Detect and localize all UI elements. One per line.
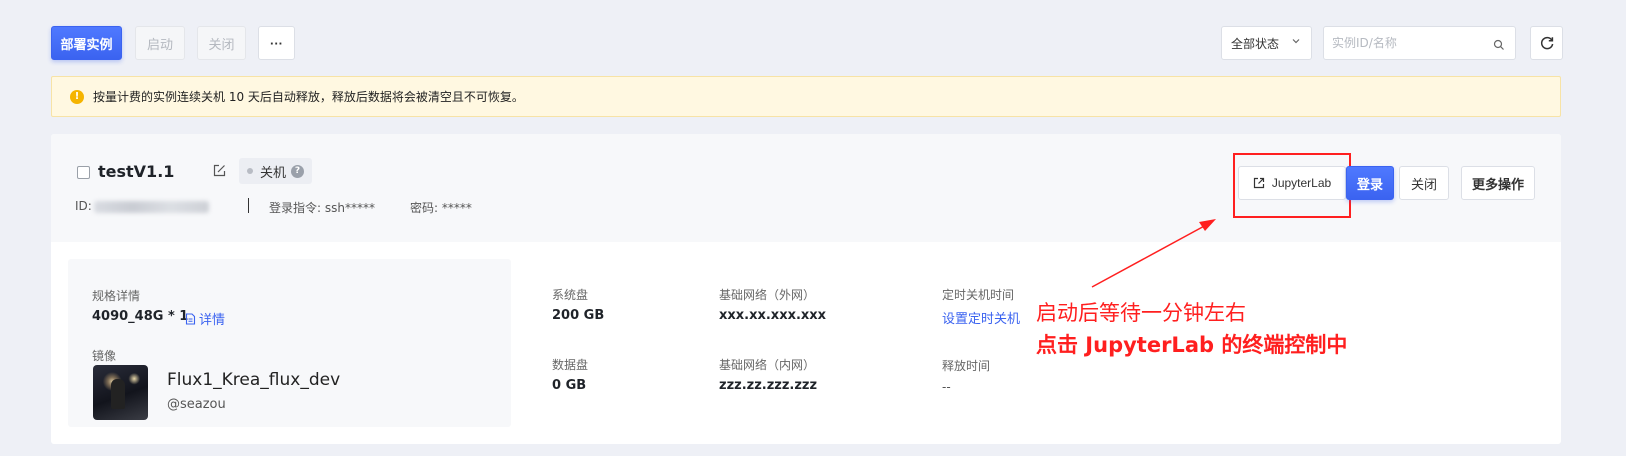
more-button[interactable]: ··· — [258, 26, 295, 60]
login-command: 登录指令: ssh***** — [269, 201, 375, 215]
spec-detail-link[interactable]: 详情 — [185, 309, 225, 328]
status-text: 关机 — [260, 165, 287, 181]
image-thumbnail — [93, 365, 148, 420]
instance-id-redacted — [93, 200, 209, 213]
divider — [248, 198, 249, 213]
status-filter-value: 全部状态 — [1231, 36, 1280, 51]
status-dot-icon — [247, 168, 253, 174]
document-icon — [185, 313, 196, 325]
annotation-line-1: 启动后等待一分钟左右 — [1036, 301, 1246, 325]
instance-shutdown-button[interactable]: 关闭 — [1399, 166, 1449, 200]
jupyterlab-label: JupyterLab — [1271, 176, 1332, 190]
spec-detail-text: 详情 — [199, 313, 226, 328]
annotation-line-2: 点击 JupyterLab 的终端控制中 — [1036, 333, 1348, 357]
set-shutdown-timer-link[interactable]: 设置定时关机 — [942, 308, 1020, 327]
external-link-icon — [1253, 177, 1264, 189]
instance-name: testV1.1 — [98, 162, 175, 181]
chevron-down-icon — [1291, 36, 1301, 49]
system-disk-value: 200 GB — [552, 308, 605, 323]
warning-icon: ! — [70, 89, 84, 104]
public-network-label: 基础网络（外网） — [719, 288, 816, 302]
search-box — [1323, 26, 1516, 60]
spec-label: 规格详情 — [92, 289, 141, 303]
public-network-value: xxx.xx.xxx.xxx — [719, 308, 827, 323]
system-disk-label: 系统盘 — [552, 288, 589, 302]
instance-select-checkbox[interactable] — [77, 166, 90, 179]
instance-id: ID: — [75, 199, 209, 213]
spec-value: 4090_48G * 1 — [92, 309, 189, 324]
private-network-value: zzz.zz.zzz.zzz — [719, 378, 818, 393]
data-disk-label: 数据盘 — [552, 358, 589, 372]
shutdown-timer-label: 定时关机时间 — [942, 288, 1015, 302]
refresh-button[interactable] — [1530, 26, 1563, 60]
search-icon[interactable] — [1493, 36, 1505, 55]
status-badge: 关机 ? — [239, 158, 313, 184]
jupyterlab-button[interactable]: JupyterLab — [1238, 166, 1346, 200]
auto-release-notice: ! 按量计费的实例连续关机 10 天后自动释放，释放后数据将会被清空且不可恢复。 — [51, 76, 1561, 117]
notice-text: 按量计费的实例连续关机 10 天后自动释放，释放后数据将会被清空且不可恢复。 — [93, 90, 524, 104]
search-input[interactable] — [1324, 27, 1484, 59]
data-disk-value: 0 GB — [552, 378, 587, 393]
instance-card: testV1.1 关机 ? ID: 登录指令: ssh***** 密码: ***… — [51, 134, 1561, 444]
annotation-text: 启动后等待一分钟左右 点击 JupyterLab 的终端控制中 — [1036, 297, 1347, 361]
instance-id-label: ID: — [75, 199, 92, 213]
login-button[interactable]: 登录 — [1346, 166, 1394, 200]
image-name: Flux1_Krea_flux_dev — [167, 370, 341, 390]
start-button[interactable]: 启动 — [135, 26, 185, 60]
release-time-value: -- — [942, 380, 951, 394]
shutdown-button[interactable]: 关闭 — [197, 26, 246, 60]
help-icon[interactable]: ? — [291, 164, 305, 178]
image-author: @seazou — [167, 397, 226, 412]
toolbar: 部署实例 启动 关闭 ··· 全部状态 — [51, 26, 1626, 60]
password: 密码: ***** — [410, 201, 472, 215]
status-filter-select[interactable]: 全部状态 — [1221, 26, 1312, 60]
spec-panel: 规格详情 4090_48G * 1 详情 镜像 Flux1_Krea_flux_… — [68, 259, 511, 427]
refresh-icon — [1540, 36, 1553, 50]
edit-icon[interactable] — [213, 162, 226, 181]
release-time-label: 释放时间 — [942, 359, 991, 373]
deploy-instance-button[interactable]: 部署实例 — [51, 26, 122, 60]
more-actions-button[interactable]: 更多操作 — [1461, 166, 1535, 200]
instance-card-header: testV1.1 关机 ? ID: 登录指令: ssh***** 密码: ***… — [51, 134, 1561, 242]
image-label: 镜像 — [92, 349, 117, 363]
private-network-label: 基础网络（内网） — [719, 358, 816, 372]
